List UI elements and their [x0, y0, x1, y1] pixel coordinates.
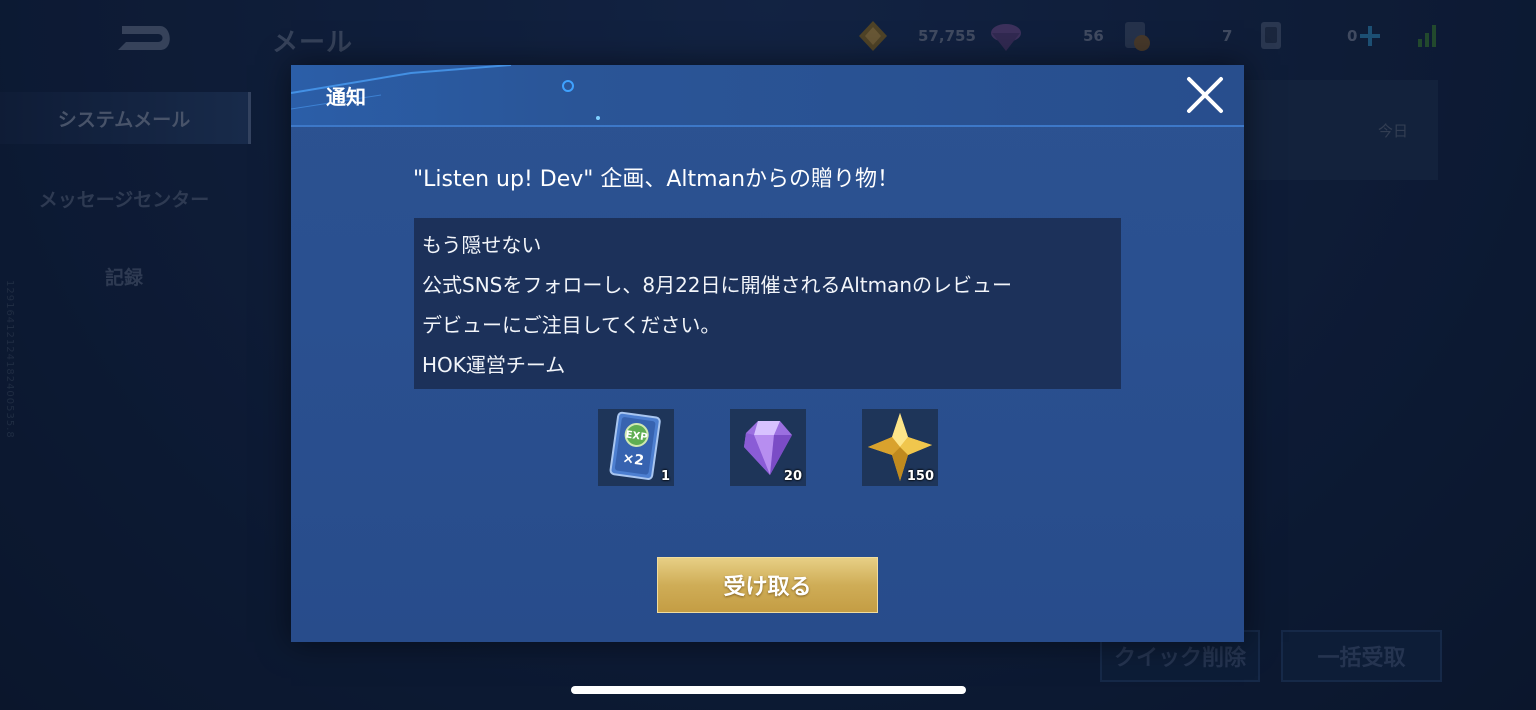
header-decoration: [291, 65, 600, 120]
reward-exp-card[interactable]: EXP ×2 1: [598, 409, 674, 486]
reward-gold-crystal[interactable]: 150: [862, 409, 938, 486]
close-icon: [1187, 77, 1223, 113]
body-line: HOK運営チーム: [422, 353, 566, 377]
close-button[interactable]: [1185, 75, 1225, 115]
reward-count: 1: [660, 469, 670, 484]
body-line: もう隠せない: [422, 233, 542, 257]
mail-body: もう隠せない 公式SNSをフォローし、8月22日に開催されるAltmanのレビュ…: [414, 218, 1121, 389]
modal-title: 通知: [326, 85, 366, 109]
reward-diamond[interactable]: 20: [730, 409, 806, 486]
body-line: デビューにご注目してください。: [422, 313, 721, 337]
body-line: 公式SNSをフォローし、8月22日に開催されるAltmanのレビュー: [422, 273, 1013, 297]
reward-count: 150: [906, 469, 934, 484]
svg-text:×2: ×2: [621, 450, 645, 469]
claim-button[interactable]: 受け取る: [657, 557, 878, 613]
reward-count: 20: [783, 469, 802, 484]
notification-modal: 通知 "Listen up! Dev" 企画、Altmanからの贈り物！ もう隠…: [291, 65, 1244, 642]
mail-subject: "Listen up! Dev" 企画、Altmanからの贈り物！: [413, 167, 900, 192]
home-indicator[interactable]: [571, 686, 966, 694]
modal-header: 通知: [291, 65, 1244, 127]
